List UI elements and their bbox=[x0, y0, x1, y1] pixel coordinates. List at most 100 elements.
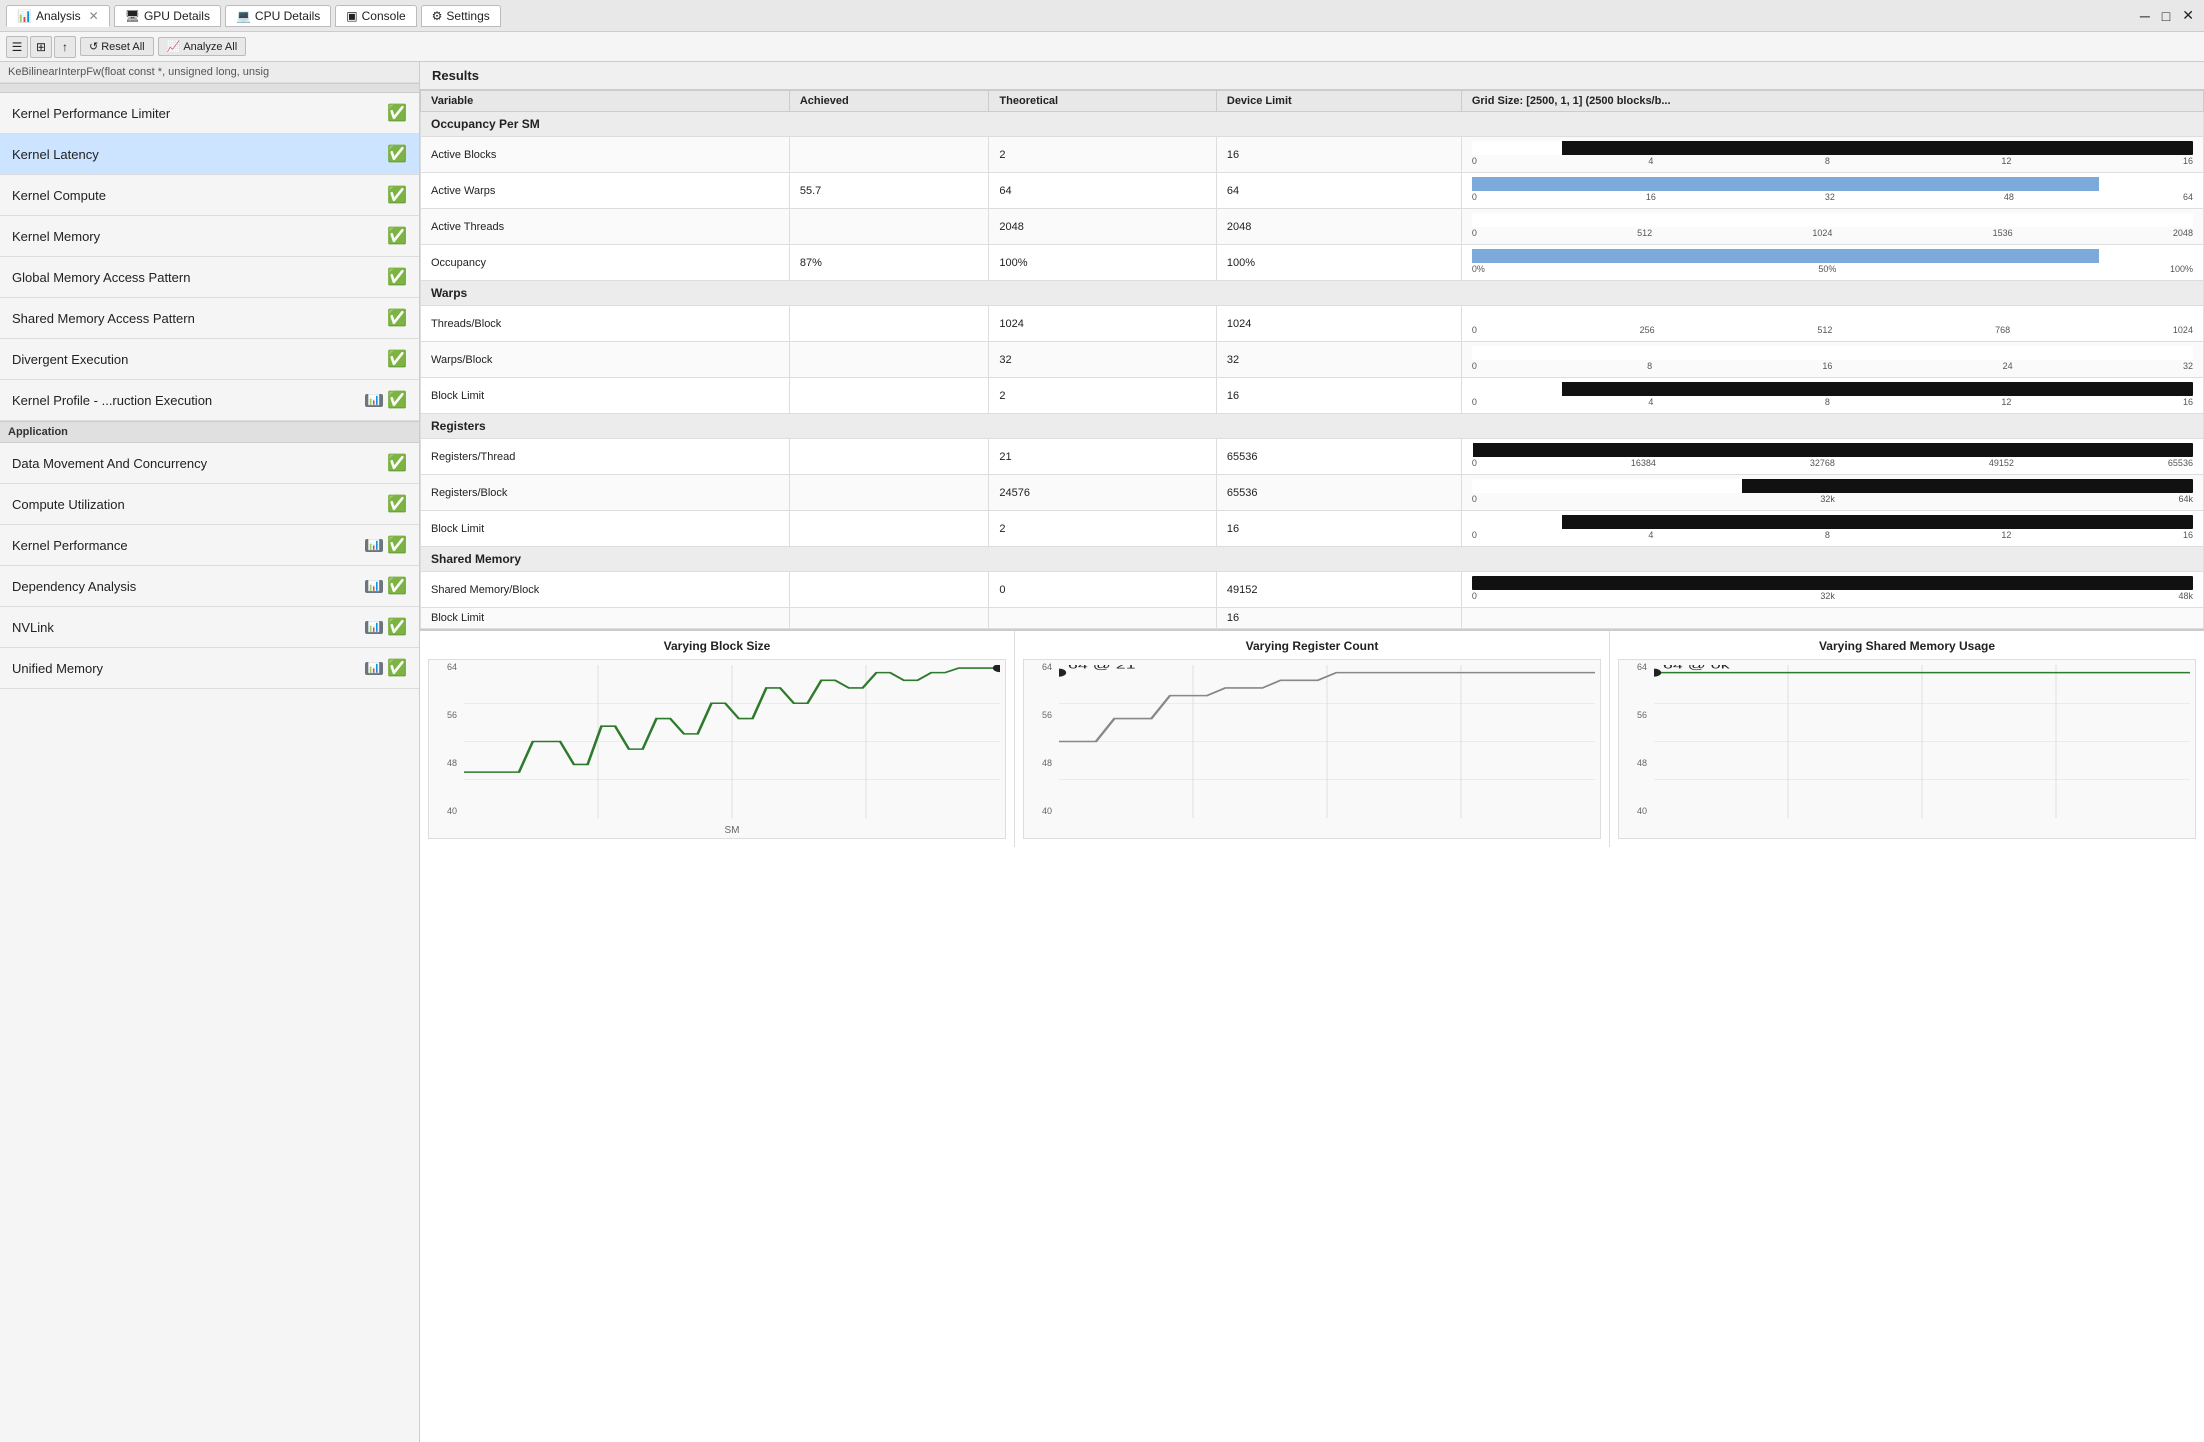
table-row: Registers/Block2457665536032k64k bbox=[421, 475, 2204, 511]
sidebar-item-1[interactable]: Kernel Latency✅ bbox=[0, 134, 419, 175]
chart-svg-wrap-1: 64 @ 21 bbox=[1059, 665, 1595, 818]
chart-y-axis-0: 64564840 bbox=[429, 660, 459, 818]
reset-all-label: Reset All bbox=[101, 41, 144, 53]
tab-analysis-label: Analysis bbox=[36, 9, 81, 23]
close-icon[interactable]: ✕ bbox=[89, 9, 99, 23]
sidebar-item-icons-2: ✅ bbox=[387, 185, 407, 205]
table-row: Block Limit16 bbox=[421, 608, 2204, 629]
cell-bar: 032k64k bbox=[1461, 475, 2203, 511]
sidebar-item-11[interactable]: Dependency Analysis📊✅ bbox=[0, 566, 419, 607]
bar-theoretical bbox=[1472, 479, 2193, 493]
section-name-1: Warps bbox=[421, 281, 2204, 306]
cell-theoretical bbox=[989, 608, 1216, 629]
tab-console[interactable]: ▣ Console bbox=[335, 5, 416, 27]
cell-achieved bbox=[789, 137, 989, 173]
chart-icon-10[interactable]: 📊 bbox=[365, 539, 383, 552]
chart-icon-12[interactable]: 📊 bbox=[365, 621, 383, 634]
list-view-button[interactable]: ☰ bbox=[6, 36, 28, 58]
sidebar-item-8[interactable]: Data Movement And Concurrency✅ bbox=[0, 443, 419, 484]
tab-cpu-details[interactable]: 💻 CPU Details bbox=[225, 5, 331, 27]
cell-device-limit: 65536 bbox=[1216, 439, 1461, 475]
cell-achieved bbox=[789, 378, 989, 414]
tab-gpu-details[interactable]: 🖥 GPU Details bbox=[114, 5, 221, 27]
sidebar-item-3[interactable]: Kernel Memory✅ bbox=[0, 216, 419, 257]
sidebar-item-2[interactable]: Kernel Compute ✅ bbox=[0, 175, 419, 216]
sidebar-item-0[interactable]: Kernel Performance Limiter ✅ bbox=[0, 93, 419, 134]
cell-achieved bbox=[789, 511, 989, 547]
grid-view-button[interactable]: ⊞ bbox=[30, 36, 52, 58]
sidebar-item-5[interactable]: Shared Memory Access Pattern ✅ bbox=[0, 298, 419, 339]
chart-icon-11[interactable]: 📊 bbox=[365, 580, 383, 593]
charts-section: Varying Block Size64564840 64 @ 1024 SMV… bbox=[420, 629, 2204, 847]
col-theoretical: Theoretical bbox=[989, 91, 1216, 112]
check-icon-12: ✅ bbox=[387, 617, 407, 637]
bar-theoretical bbox=[1472, 346, 2193, 360]
gpu-icon: 🖥 bbox=[125, 9, 140, 23]
sidebar-item-label-5: Shared Memory Access Pattern bbox=[12, 311, 195, 326]
sidebar-item-label-8: Data Movement And Concurrency bbox=[12, 456, 207, 471]
cell-achieved bbox=[789, 306, 989, 342]
tab-analysis[interactable]: 📊 Analysis ✕ bbox=[6, 5, 110, 27]
bar-axis: 016324864 bbox=[1472, 192, 2193, 204]
toolbar: ☰ ⊞ ↑ ↺ Reset All 📈 Analyze All bbox=[0, 32, 2204, 62]
cell-variable: Threads/Block bbox=[421, 306, 790, 342]
toolbar-icon-group: ☰ ⊞ ↑ bbox=[6, 36, 76, 58]
chart-svg-wrap-2: 64 @ 0k bbox=[1654, 665, 2190, 818]
sidebar-item-label-3: Kernel Memory bbox=[12, 229, 100, 244]
bar-axis: 016384327684915265536 bbox=[1472, 458, 2193, 470]
sidebar-item-label-6: Divergent Execution bbox=[12, 352, 128, 367]
svg-text:64 @ 0k: 64 @ 0k bbox=[1663, 665, 1731, 671]
cell-theoretical: 0 bbox=[989, 572, 1216, 608]
sidebar-item-4[interactable]: Global Memory Access Pattern✅ bbox=[0, 257, 419, 298]
sidebar-item-icons-0: ✅ bbox=[387, 103, 407, 123]
sidebar-item-10[interactable]: Kernel Performance📊✅ bbox=[0, 525, 419, 566]
tab-settings[interactable]: ⚙ Settings bbox=[421, 5, 501, 27]
bar-axis: 0481216 bbox=[1472, 530, 2193, 542]
cell-achieved: 55.7 bbox=[789, 173, 989, 209]
check-icon-0: ✅ bbox=[387, 103, 407, 123]
cell-theoretical: 2 bbox=[989, 137, 1216, 173]
reset-all-button[interactable]: ↺ Reset All bbox=[80, 37, 154, 56]
sidebar-item-icons-10: 📊✅ bbox=[365, 535, 407, 555]
up-button[interactable]: ↑ bbox=[54, 36, 76, 58]
window-minimize-icon[interactable]: ─ bbox=[2136, 8, 2154, 24]
top-tab-bar: 📊 Analysis ✕ 🖥 GPU Details 💻 CPU Details… bbox=[0, 0, 2204, 32]
results-table-container: Variable Achieved Theoretical Device Lim… bbox=[420, 90, 2204, 629]
sidebar-item-label-2: Kernel Compute bbox=[12, 188, 106, 203]
cell-variable: Block Limit bbox=[421, 378, 790, 414]
sidebar: KeBilinearInterpFw(float const *, unsign… bbox=[0, 62, 420, 1442]
application-section-header: Application bbox=[0, 421, 419, 443]
cell-bar: 0512102415362048 bbox=[1461, 209, 2203, 245]
sidebar-item-9[interactable]: Compute Utilization✅ bbox=[0, 484, 419, 525]
cell-achieved bbox=[789, 572, 989, 608]
sidebar-item-label-0: Kernel Performance Limiter bbox=[12, 106, 170, 121]
check-icon-5: ✅ bbox=[387, 308, 407, 328]
bar-theoretical bbox=[1472, 382, 2193, 396]
sidebar-item-7[interactable]: Kernel Profile - ...ruction Execution📊✅ bbox=[0, 380, 419, 421]
window-maximize-icon[interactable]: □ bbox=[2158, 8, 2174, 24]
tab-console-label: Console bbox=[362, 9, 406, 23]
chart-area-2: 64564840 64 @ 0k bbox=[1618, 659, 2196, 839]
sidebar-item-label-1: Kernel Latency bbox=[12, 147, 99, 162]
chart-icon-7[interactable]: 📊 bbox=[365, 394, 383, 407]
cell-device-limit: 16 bbox=[1216, 511, 1461, 547]
sidebar-items-container: Kernel Performance Limiter ✅ Kernel Latenc… bbox=[0, 93, 419, 689]
cell-variable: Active Warps bbox=[421, 173, 790, 209]
bar-theoretical bbox=[1472, 213, 2193, 227]
sidebar-item-label-11: Dependency Analysis bbox=[12, 579, 136, 594]
chart-title-0: Varying Block Size bbox=[428, 639, 1006, 653]
settings-icon: ⚙ bbox=[432, 9, 443, 23]
analyze-all-button[interactable]: 📈 Analyze All bbox=[158, 37, 247, 56]
col-achieved: Achieved bbox=[789, 91, 989, 112]
section-header-2: Registers bbox=[421, 414, 2204, 439]
window-close-icon[interactable]: ✕ bbox=[2178, 7, 2198, 24]
cell-theoretical: 64 bbox=[989, 173, 1216, 209]
sidebar-item-12[interactable]: NVLink📊✅ bbox=[0, 607, 419, 648]
cell-theoretical: 2 bbox=[989, 511, 1216, 547]
chart-icon-13[interactable]: 📊 bbox=[365, 662, 383, 675]
cell-variable: Active Blocks bbox=[421, 137, 790, 173]
sidebar-item-6[interactable]: Divergent Execution✅ bbox=[0, 339, 419, 380]
sidebar-item-13[interactable]: Unified Memory📊✅ bbox=[0, 648, 419, 689]
cell-achieved bbox=[789, 475, 989, 511]
cell-achieved bbox=[789, 342, 989, 378]
